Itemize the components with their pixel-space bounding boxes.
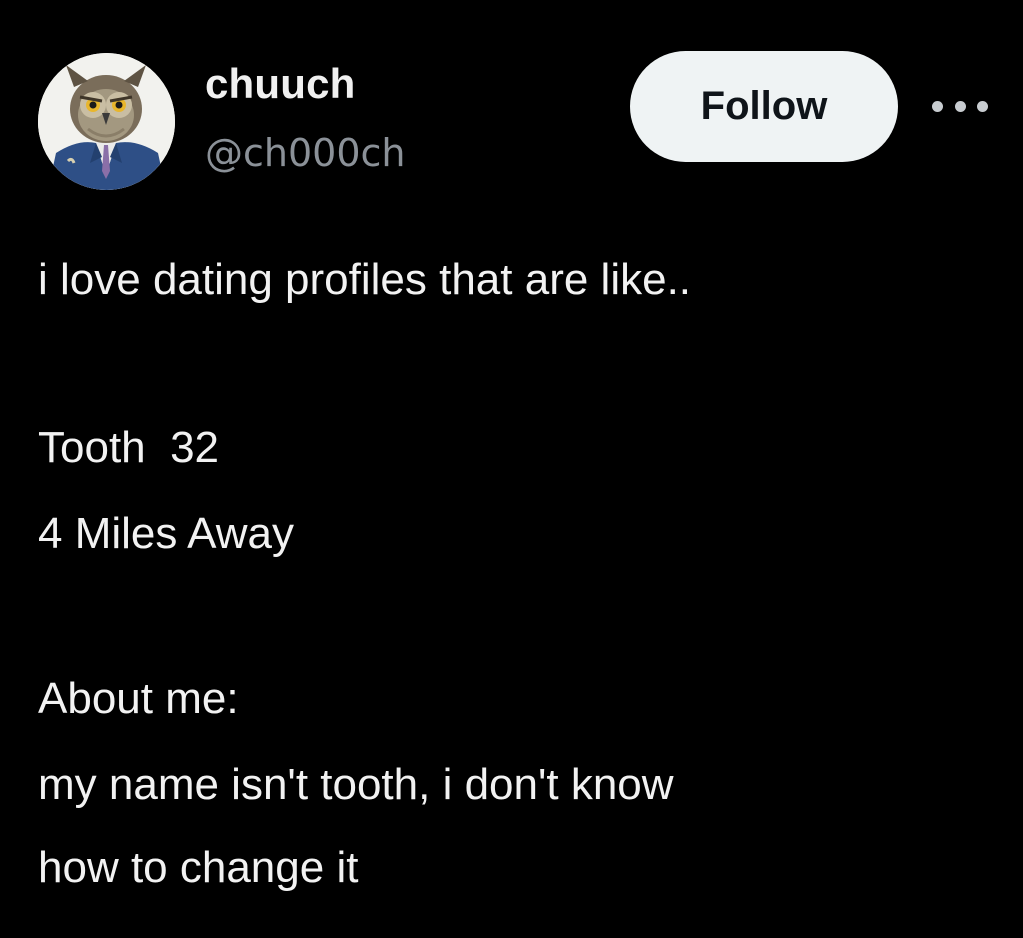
avatar[interactable]	[38, 53, 175, 190]
more-horizontal-icon[interactable]	[932, 94, 988, 118]
tweet-text-line: my name isn't tooth, i don't know	[38, 760, 674, 809]
author-display-name[interactable]: chuuch	[205, 60, 356, 108]
tweet-card: chuuch @ch000ch Follow i love dating pro…	[0, 0, 1023, 938]
tweet-text-line: 4 Miles Away	[38, 509, 294, 558]
more-dot	[954, 100, 966, 112]
owl-in-suit-avatar-icon	[38, 53, 175, 190]
more-dot	[932, 100, 943, 112]
author-handle[interactable]: @ch000ch	[205, 131, 405, 175]
more-dot	[977, 100, 988, 112]
tweet-text-line: i love dating profiles that are like..	[38, 255, 692, 304]
follow-button[interactable]: Follow	[630, 51, 898, 162]
tweet-text-line: Tooth 32	[38, 423, 220, 472]
tweet-text-line: how to change it	[38, 843, 359, 892]
tweet-text-line: About me:	[38, 674, 239, 723]
